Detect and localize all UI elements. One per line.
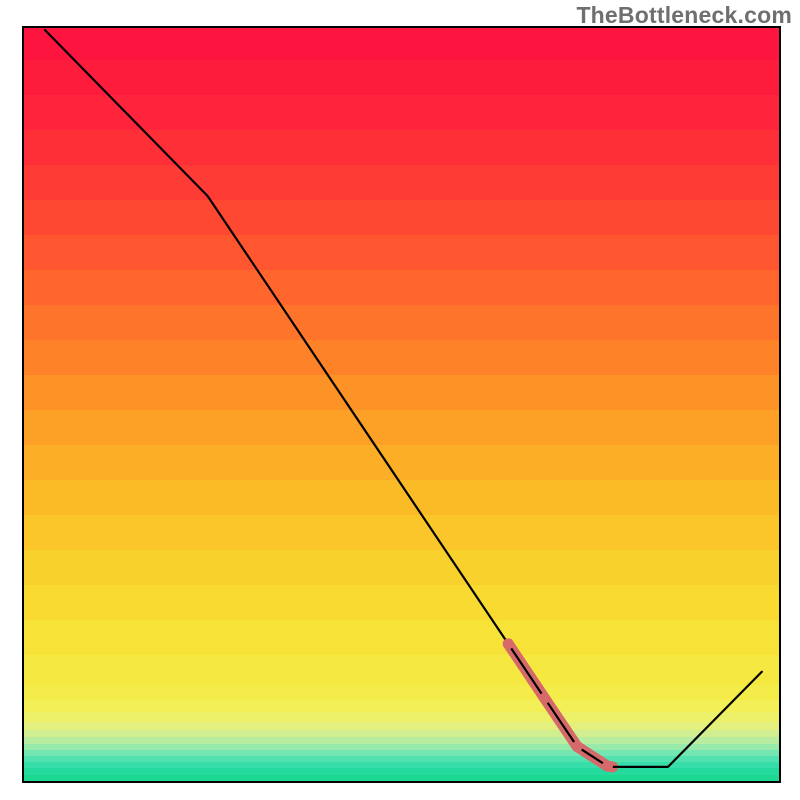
chart-stage: TheBottleneck.com [0, 0, 800, 800]
chart-background-gradient [23, 27, 780, 783]
bottleneck-chart [0, 0, 800, 800]
watermark-text: TheBottleneck.com [576, 2, 792, 29]
